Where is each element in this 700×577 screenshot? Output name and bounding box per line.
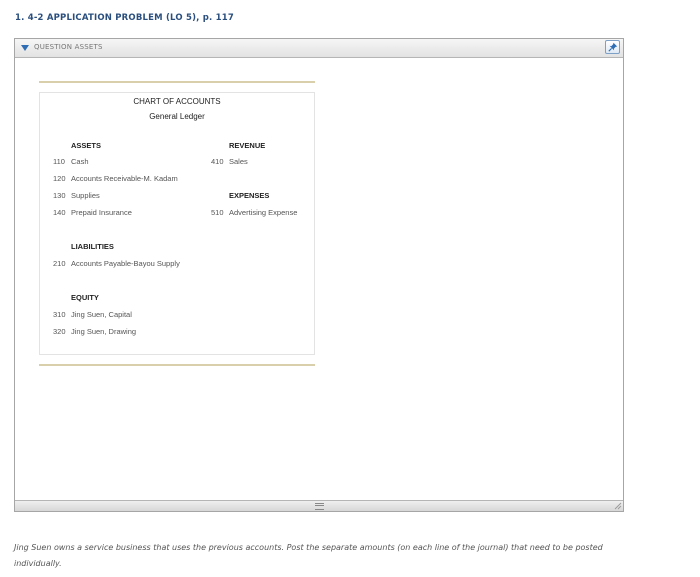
account-name: Prepaid Insurance <box>71 208 132 217</box>
liabilities-heading: LIABILITIES <box>71 242 114 251</box>
drag-handle-icon[interactable] <box>315 503 324 510</box>
account-number: 120 <box>53 174 66 183</box>
chart-of-accounts: CHART OF ACCOUNTS General Ledger ASSETS … <box>39 92 315 355</box>
account-number: 320 <box>53 327 66 336</box>
account-name: Accounts Payable-Bayou Supply <box>71 259 180 268</box>
account-name: Supplies <box>71 191 100 200</box>
resize-grip-icon[interactable] <box>614 502 622 510</box>
account-number: 140 <box>53 208 66 217</box>
question-assets-header[interactable]: QUESTION ASSETS <box>15 39 623 58</box>
expenses-heading: EXPENSES <box>229 191 270 200</box>
account-name: Cash <box>71 157 89 166</box>
pin-button[interactable] <box>605 40 620 54</box>
panel-footer <box>15 500 623 511</box>
assets-heading: ASSETS <box>71 141 102 150</box>
account-name: Sales <box>229 157 248 166</box>
account-number: 210 <box>53 259 66 268</box>
account-number: 510 <box>211 208 224 217</box>
revenue-heading: REVENUE <box>229 141 266 150</box>
account-number: 130 <box>53 191 66 200</box>
problem-title: 1. 4-2 APPLICATION PROBLEM (LO 5), p. 11… <box>15 13 234 23</box>
gold-divider-bottom <box>39 364 315 366</box>
equity-heading: EQUITY <box>71 293 99 302</box>
question-assets-panel: QUESTION ASSETS CHART OF ACCOUNTS Genera… <box>14 38 624 512</box>
pin-icon <box>608 42 618 52</box>
account-name: Advertising Expense <box>229 208 298 217</box>
account-number: 310 <box>53 310 66 319</box>
chart-subtitle: General Ledger <box>149 112 205 121</box>
chart-title: CHART OF ACCOUNTS <box>133 97 221 106</box>
account-name: Accounts Receivable-M. Kadam <box>71 174 178 183</box>
instructions-text: Jing Suen owns a service business that u… <box>14 543 603 568</box>
gold-divider-top <box>39 81 315 83</box>
account-number: 410 <box>211 157 224 166</box>
account-number: 110 <box>53 157 65 166</box>
question-assets-label[interactable]: QUESTION ASSETS <box>34 43 103 51</box>
triangle-down-icon[interactable] <box>21 45 29 51</box>
account-name: Jing Suen, Drawing <box>71 327 137 336</box>
account-name: Jing Suen, Capital <box>71 310 132 319</box>
